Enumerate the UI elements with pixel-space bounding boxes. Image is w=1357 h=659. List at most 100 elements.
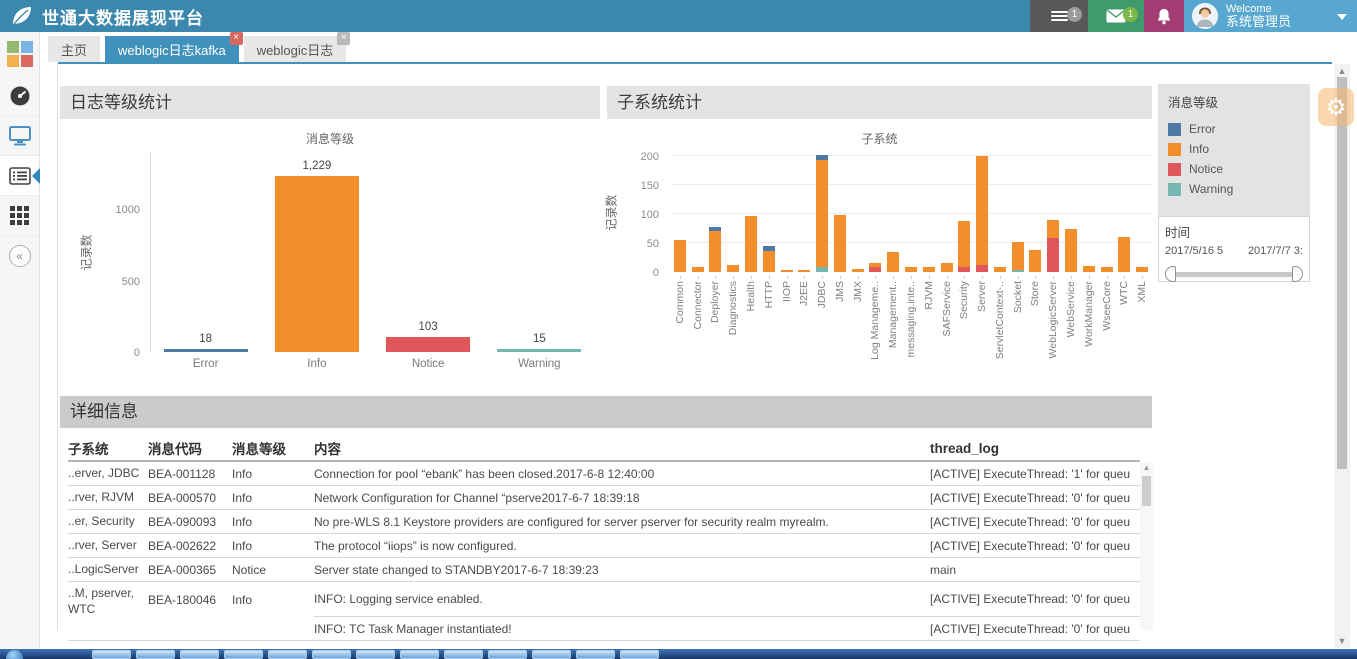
legend-item[interactable]: Notice [1168,159,1300,179]
cell-content: No pre-WLS 8.1 Keystore providers are co… [314,510,930,534]
slider-handle-end[interactable] [1292,266,1303,282]
stack-segment-notice[interactable] [958,267,970,272]
start-orb-icon[interactable] [6,650,23,659]
scroll-up-icon[interactable]: ▲ [1334,66,1350,76]
bar-warning[interactable] [497,349,581,352]
menu-button[interactable]: 1 [1030,0,1088,32]
stack-segment-info[interactable] [674,240,686,272]
stack-segment-info[interactable] [994,267,1006,272]
taskbar-button[interactable] [180,650,219,659]
taskbar-button[interactable] [576,650,615,659]
table-row[interactable]: ..rver, Server BEA-002622 Info The proto… [68,534,1140,558]
stack-segment-error[interactable] [816,155,828,160]
stack-segment-info[interactable] [709,231,721,272]
stack-segment-info[interactable] [1029,250,1041,272]
taskbar-button[interactable] [92,650,131,659]
close-icon[interactable] [230,32,243,45]
taskbar-button[interactable] [312,650,351,659]
stack-segment-info[interactable] [887,252,899,272]
stack-segment-info[interactable] [852,269,864,272]
slider-handle-start[interactable] [1165,266,1176,282]
stack-segment-notice[interactable] [1047,238,1059,272]
sidebar-item-dashboard[interactable] [0,76,39,116]
table-row[interactable]: INFO: TC Task Manager instantiated! [ACT… [68,617,1140,641]
scroll-up-icon[interactable]: ▲ [1140,463,1153,472]
stack-segment-error[interactable] [709,227,721,232]
table-row[interactable]: ..rver, RJVM BEA-000570 Info Network Con… [68,486,1140,510]
stack-segment-info[interactable] [1118,237,1130,272]
notifications-button[interactable] [1144,0,1184,32]
stack-segment-info[interactable] [834,215,846,272]
cell-subsystem: ..LogicServer [68,558,148,582]
legend-item[interactable]: Warning [1168,179,1300,199]
stack-segment-info[interactable] [923,267,935,272]
taskbar-button[interactable] [620,650,659,659]
sidebar-collapse[interactable]: « [0,236,39,276]
table-row[interactable]: ..LogicServer BEA-000365 Notice Server s… [68,558,1140,582]
chart1-title: 消息等级 [60,130,600,147]
stack-segment-notice[interactable] [976,265,988,272]
scrollbar-thumb[interactable] [1337,77,1347,469]
main-scrollbar[interactable]: ▲ ▼ [1334,64,1350,648]
table-row[interactable]: ..M, pserver, WTC BEA-180046 Info INFO: … [68,582,1140,617]
stack-segment-info[interactable] [745,216,757,272]
close-icon[interactable] [337,32,350,45]
stack-segment-error[interactable] [763,246,775,251]
stack-segment-info[interactable] [727,265,739,272]
taskbar-button[interactable] [136,650,175,659]
scroll-down-icon[interactable]: ▼ [1334,636,1350,646]
cell-thread: [ACTIVE] ExecuteThread: '0' for queu [930,510,1140,534]
os-taskbar[interactable] [0,649,1357,659]
stack-segment-info[interactable] [1012,242,1024,270]
stack-segment-info[interactable] [798,270,810,272]
x-tick-label: Diagnostics [724,276,742,390]
sidebar-item-logs[interactable] [0,156,39,196]
x-tick-label: Common [671,276,689,390]
taskbar-button[interactable] [444,650,483,659]
taskbar-button[interactable] [488,650,527,659]
taskbar-button[interactable] [356,650,395,659]
settings-gear-button[interactable]: ⚙ [1318,88,1354,126]
stack-segment-info[interactable] [941,263,953,272]
sidebar-item-monitor[interactable] [0,116,39,156]
mail-button[interactable]: 1 [1088,0,1144,32]
tab-home[interactable]: 主页 [48,36,100,62]
stack-segment-warning[interactable] [816,267,828,272]
stack-segment-info[interactable] [1101,267,1113,272]
bar-info[interactable] [275,176,359,352]
stack-segment-info[interactable] [976,156,988,265]
taskbar-button[interactable] [224,650,263,659]
scrollbar-thumb[interactable] [1142,476,1151,506]
stack-segment-info[interactable] [1047,220,1059,239]
cell-code [148,617,232,641]
user-menu[interactable]: Welcome 系统管理员 [1184,0,1357,32]
tab-weblogic[interactable]: weblogic日志 [244,36,347,62]
bar-error[interactable] [164,349,248,352]
stack-segment-notice[interactable] [869,267,881,272]
taskbar-button[interactable] [268,650,307,659]
stack-segment-info[interactable] [1065,229,1077,272]
stack-segment-info[interactable] [1083,266,1095,272]
collapse-icon: « [9,245,31,267]
sidebar-item-apps[interactable] [0,196,39,236]
taskbar-button[interactable] [532,650,571,659]
stack-segment-info[interactable] [816,160,828,268]
taskbar-button[interactable] [400,650,439,659]
stack-segment-info[interactable] [692,267,704,272]
time-range-slider[interactable] [1165,266,1303,282]
legend-item[interactable]: Error [1168,119,1300,139]
cell-content: Connection for pool “ebank” has been clo… [314,462,930,486]
bar-notice[interactable] [386,337,470,352]
legend-item[interactable]: Info [1168,139,1300,159]
stack-segment-info[interactable] [905,267,917,272]
tab-weblogic-kafka[interactable]: weblogic日志kafka [105,36,239,62]
stack-segment-info[interactable] [869,263,881,268]
stack-segment-info[interactable] [781,270,793,272]
table-scrollbar[interactable]: ▲ [1140,462,1153,630]
table-row[interactable]: ..erver, JDBC BEA-001128 Info Connection… [68,462,1140,486]
stack-segment-info[interactable] [763,251,775,272]
stack-segment-warning[interactable] [1012,270,1024,272]
stack-segment-info[interactable] [958,221,970,267]
stack-segment-info[interactable] [1136,267,1148,272]
table-row[interactable]: ..er, Security BEA-090093 Info No pre-WL… [68,510,1140,534]
